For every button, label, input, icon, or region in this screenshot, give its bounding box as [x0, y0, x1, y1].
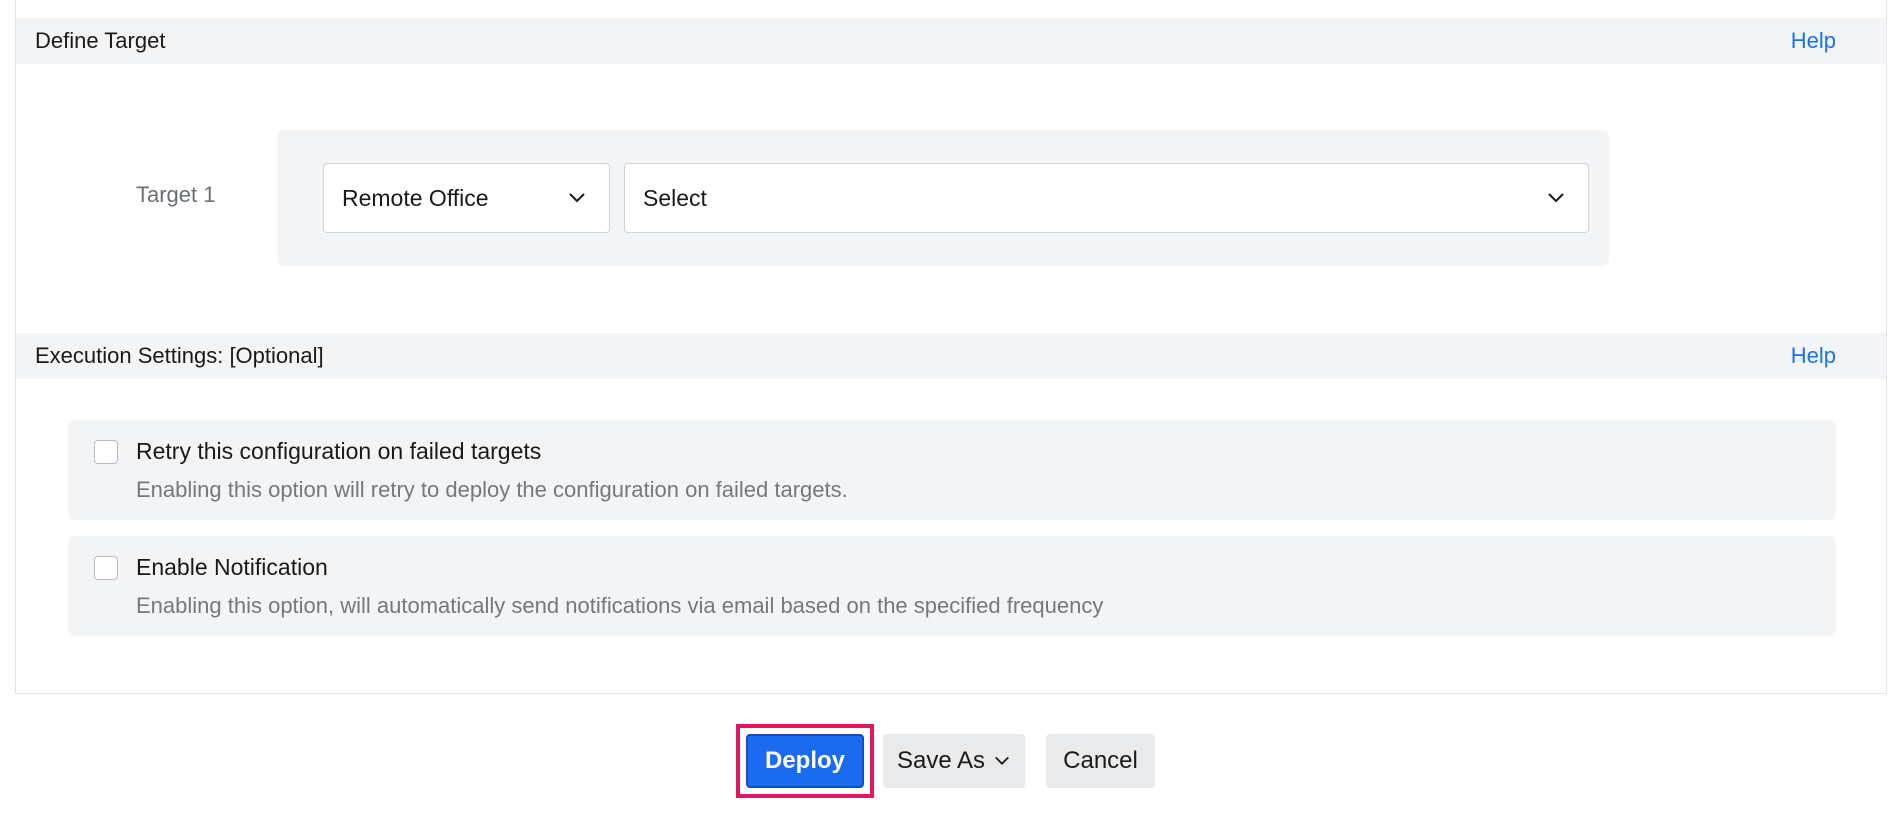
chevron-down-icon	[569, 193, 585, 203]
save-as-label: Save As	[896, 747, 986, 774]
execution-settings-header: Execution Settings: [Optional] Help	[16, 333, 1886, 379]
define-target-header: Define Target Help	[16, 18, 1886, 64]
notification-option-description: Enabling this option, will automatically…	[136, 593, 1104, 618]
retry-option-description: Enabling this option will retry to deplo…	[136, 477, 848, 502]
retry-checkbox[interactable]	[94, 440, 118, 464]
notification-option-title: Enable Notification	[136, 554, 328, 580]
chevron-down-icon	[1548, 193, 1564, 203]
target-label: Target 1	[136, 182, 216, 207]
retry-option: Retry this configuration on failed targe…	[68, 420, 1836, 520]
target-type-dropdown[interactable]: Remote Office	[323, 163, 610, 233]
notification-option: Enable Notification Enabling this option…	[68, 536, 1836, 636]
execution-settings-title: Execution Settings: [Optional]	[35, 343, 324, 368]
cancel-button[interactable]: Cancel	[1046, 734, 1155, 788]
notification-checkbox[interactable]	[94, 556, 118, 580]
target-value-placeholder: Select	[643, 185, 707, 211]
define-target-help-link[interactable]: Help	[1791, 18, 1836, 64]
target-type-value: Remote Office	[342, 185, 489, 211]
chevron-down-icon	[995, 756, 1009, 765]
save-as-button[interactable]: Save As	[883, 734, 1025, 788]
execution-settings-help-link[interactable]: Help	[1791, 333, 1836, 379]
target-value-dropdown[interactable]: Select	[624, 163, 1589, 233]
retry-option-title: Retry this configuration on failed targe…	[136, 438, 542, 464]
deploy-button[interactable]: Deploy	[746, 734, 864, 788]
configuration-panel: Define Target Help Target 1 Remote Offic…	[15, 0, 1887, 694]
target-row: Remote Office Select	[277, 130, 1609, 266]
define-target-title: Define Target	[35, 28, 166, 53]
